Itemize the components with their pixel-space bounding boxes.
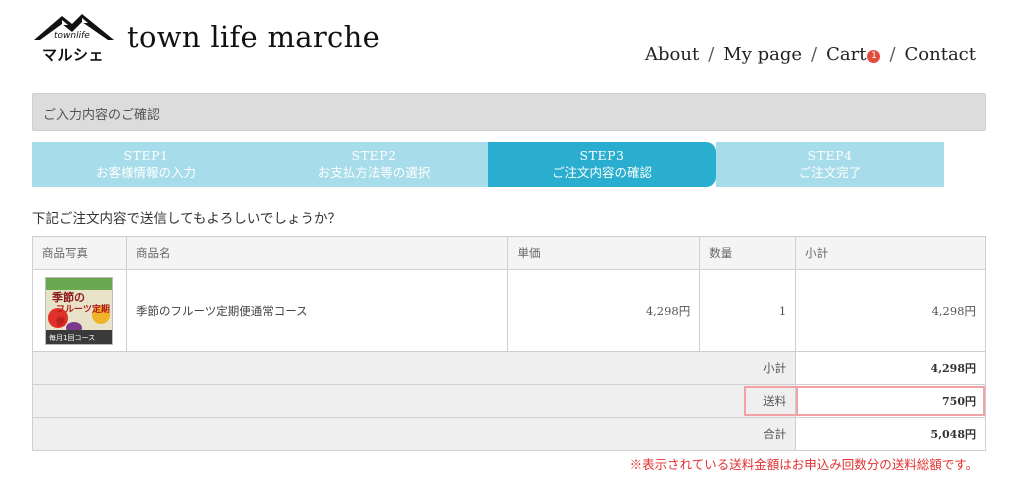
shipping-note: ※表示されている送料金額はお申込み回数分の送料総額です。 xyxy=(629,457,978,472)
image-text-line2: フルーツ定期便 xyxy=(56,304,110,328)
step-2: STEP2 お支払方法等の選択 xyxy=(260,142,488,187)
header-quantity: 数量 xyxy=(699,236,797,270)
section-title: ご入力内容のご確認 xyxy=(43,108,161,123)
nav-contact[interactable]: Contact xyxy=(905,44,976,65)
site-logo[interactable]: townlife マルシェ xyxy=(32,10,116,66)
nav-cart[interactable]: Cart 1 xyxy=(826,44,881,65)
header-product-name: 商品名 xyxy=(125,236,509,270)
product-quantity: 1 xyxy=(699,269,797,352)
nav-about[interactable]: About xyxy=(645,44,699,65)
product-photo-cell: 季節の フルーツ定期便 毎月1回コース xyxy=(32,269,127,352)
table-header-row: 商品写真 商品名 単価 数量 小計 xyxy=(32,236,986,270)
header-photo: 商品写真 xyxy=(32,236,127,270)
product-image: 季節の フルーツ定期便 毎月1回コース xyxy=(45,276,113,345)
logo-small-text: townlife xyxy=(54,31,90,41)
subtotal-label: 小計 xyxy=(699,351,797,385)
step-number: STEP2 xyxy=(351,148,397,163)
nav-cart-label: Cart xyxy=(826,44,867,65)
shipping-label-highlight xyxy=(744,386,797,416)
empty-cell xyxy=(31,384,700,418)
empty-cell xyxy=(31,417,700,451)
step-number: STEP1 xyxy=(123,148,169,163)
total-row: 合計 5,048円 xyxy=(31,417,986,451)
step-label: ご注文完了 xyxy=(798,165,862,180)
step-1: STEP1 お客様情報の入力 xyxy=(32,142,260,187)
header-unit-price: 単価 xyxy=(507,236,701,270)
total-label: 合計 xyxy=(699,417,797,451)
step-label: お客様情報の入力 xyxy=(95,165,196,180)
step-label: ご注文内容の確認 xyxy=(551,165,652,180)
section-title-bar: ご入力内容のご確認 xyxy=(32,93,986,131)
top-nav: About / My page / Cart 1 / Contact xyxy=(645,44,976,65)
step-number: STEP3 xyxy=(579,148,625,163)
shipping-value-highlight xyxy=(796,386,985,416)
cart-count-badge: 1 xyxy=(867,50,881,63)
step-4: STEP4 ご注文完了 xyxy=(716,142,944,187)
nav-separator: / xyxy=(889,44,896,65)
image-text-line3: 毎月1回コース xyxy=(49,333,96,342)
empty-cell xyxy=(31,351,700,385)
step-label: お支払方法等の選択 xyxy=(317,165,431,180)
table-row: 季節の フルーツ定期便 毎月1回コース 季節のフルーツ定期便通常コース 4,29… xyxy=(32,269,986,352)
product-subtotal: 4,298円 xyxy=(795,269,986,352)
product-name: 季節のフルーツ定期便通常コース xyxy=(125,269,509,352)
header-subtotal: 小計 xyxy=(795,236,986,270)
confirm-question: 下記ご注文内容で送信してもよろしいでしょうか？ xyxy=(32,211,342,227)
nav-separator: / xyxy=(811,44,818,65)
nav-separator: / xyxy=(708,44,715,65)
step-number: STEP4 xyxy=(807,148,853,163)
checkout-steps: STEP1 お客様情報の入力 STEP2 お支払方法等の選択 STEP3 ご注文… xyxy=(32,142,944,187)
subtotal-row: 小計 4,298円 xyxy=(31,351,986,385)
nav-mypage[interactable]: My page xyxy=(723,44,802,65)
step-3-active: STEP3 ご注文内容の確認 xyxy=(488,142,716,187)
site-title[interactable]: town life marche xyxy=(127,20,380,54)
logo-sub-text: マルシェ xyxy=(42,46,105,64)
subtotal-value: 4,298円 xyxy=(795,351,986,385)
total-value: 5,048円 xyxy=(795,417,986,451)
product-price: 4,298円 xyxy=(507,269,701,352)
order-table: 商品写真 商品名 単価 数量 小計 季節の フルーツ定期便 毎月1回コース 季節… xyxy=(31,236,986,451)
